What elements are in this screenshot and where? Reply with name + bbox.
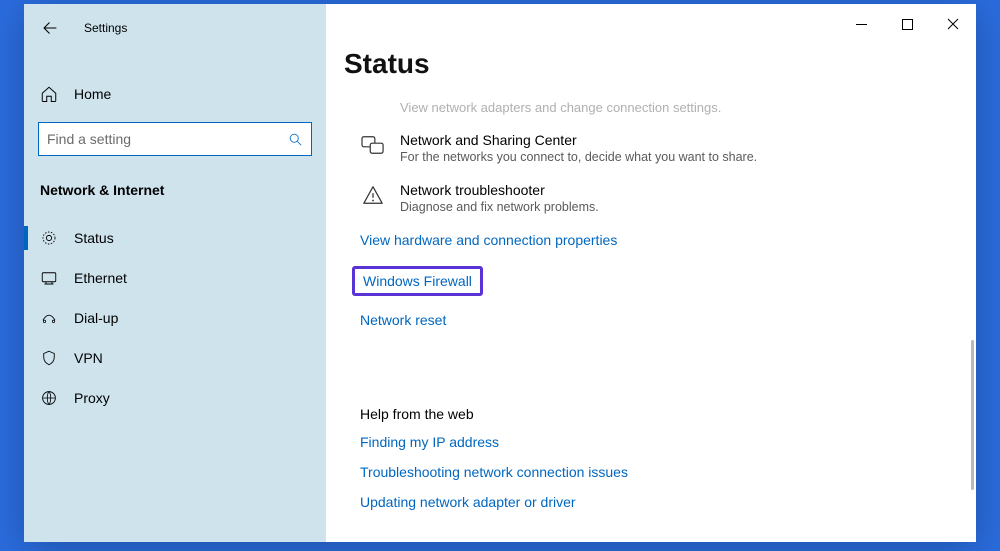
settings-window: Settings Home Network & Internet Status (24, 4, 976, 542)
sidebar-item-label: Dial-up (74, 310, 118, 326)
link-text: Windows Firewall (352, 266, 483, 296)
status-icon (40, 229, 58, 247)
scrollbar[interactable] (971, 340, 974, 490)
back-arrow-icon (41, 19, 59, 37)
link-text: Updating network adapter or driver (360, 494, 576, 510)
option-title: Network troubleshooter (400, 182, 599, 198)
sidebar: Settings Home Network & Internet Status (24, 4, 326, 542)
sidebar-section-title: Network & Internet (24, 178, 326, 212)
help-link-troubleshoot[interactable]: Troubleshooting network connection issue… (344, 458, 976, 488)
option-title: Network and Sharing Center (400, 132, 757, 148)
nav-list: Status Ethernet Dial-up VPN (24, 218, 326, 418)
search-icon (288, 132, 303, 147)
option-subtitle: Diagnose and fix network problems. (400, 200, 599, 214)
option-troubleshooter[interactable]: Network troubleshooter Diagnose and fix … (344, 168, 976, 218)
app-title: Settings (84, 21, 127, 35)
option-subtitle: For the networks you connect to, decide … (400, 150, 757, 164)
sidebar-item-proxy[interactable]: Proxy (24, 378, 326, 418)
globe-icon (40, 389, 58, 407)
ethernet-icon (40, 269, 58, 287)
help-link-update-adapter[interactable]: Updating network adapter or driver (344, 488, 976, 518)
partial-row-text: View network adapters and change connect… (344, 100, 976, 118)
sidebar-item-label: Proxy (74, 390, 110, 406)
search-box[interactable] (38, 122, 312, 156)
sidebar-item-label: VPN (74, 350, 103, 366)
sidebar-item-label: Ethernet (74, 270, 127, 286)
link-text: Network reset (360, 312, 446, 328)
main-pane: Status View network adapters and change … (326, 4, 976, 542)
search-input[interactable] (47, 131, 288, 147)
back-button[interactable] (38, 16, 62, 40)
sidebar-item-label: Status (74, 230, 114, 246)
titlebar: Settings (24, 8, 326, 48)
link-network-reset[interactable]: Network reset (344, 306, 976, 336)
home-icon (40, 85, 58, 103)
shield-icon (40, 349, 58, 367)
link-text: Finding my IP address (360, 434, 499, 450)
scroll-area: View network adapters and change connect… (344, 100, 976, 542)
help-heading: Help from the web (344, 406, 976, 422)
link-text: View hardware and connection properties (360, 232, 617, 248)
link-view-hardware[interactable]: View hardware and connection properties (344, 226, 976, 256)
sidebar-item-ethernet[interactable]: Ethernet (24, 258, 326, 298)
help-link-ip[interactable]: Finding my IP address (344, 428, 976, 458)
link-text: Troubleshooting network connection issue… (360, 464, 628, 480)
sidebar-home[interactable]: Home (24, 74, 326, 114)
sidebar-item-vpn[interactable]: VPN (24, 338, 326, 378)
sidebar-item-dialup[interactable]: Dial-up (24, 298, 326, 338)
link-windows-firewall[interactable]: Windows Firewall (344, 260, 976, 302)
sidebar-item-status[interactable]: Status (24, 218, 326, 258)
sidebar-home-label: Home (74, 86, 111, 102)
option-network-sharing[interactable]: Network and Sharing Center For the netwo… (344, 118, 976, 168)
sharing-icon (360, 132, 386, 156)
warning-icon (360, 182, 386, 206)
dialup-icon (40, 309, 58, 327)
page-title: Status (344, 48, 958, 80)
